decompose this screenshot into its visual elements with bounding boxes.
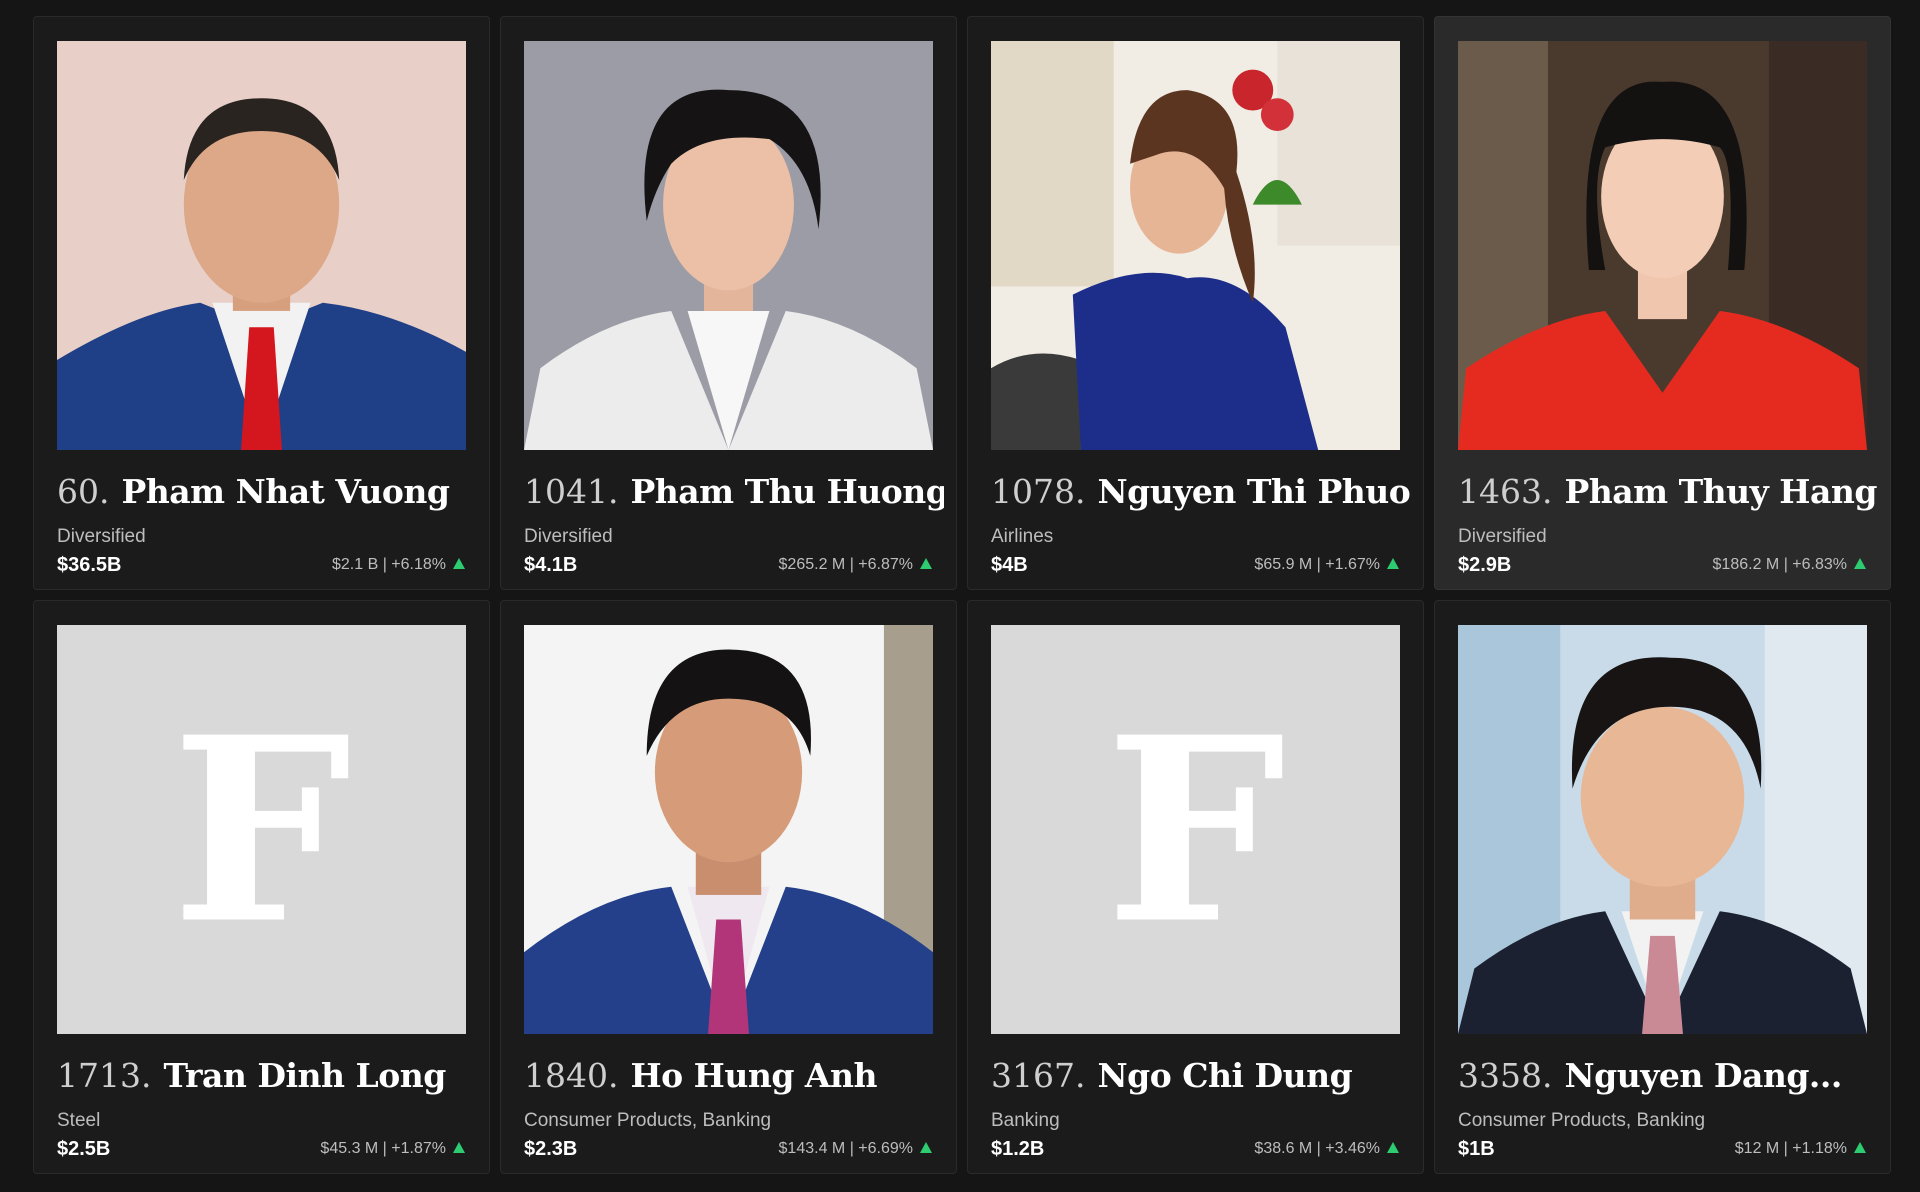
billionaire-card[interactable]: F 1713. Tran Dinh Long Steel $2.5B $45.3 … — [33, 600, 490, 1174]
industry: Consumer Products, Banking — [524, 1110, 772, 1131]
card-title[interactable]: 1041. Pham Thu Huong — [524, 472, 944, 512]
daily-change: $2.1 B | +6.18% — [332, 556, 465, 574]
card-title[interactable]: 1840. Ho Hung Anh — [524, 1056, 944, 1096]
person-photo[interactable] — [1458, 41, 1867, 450]
industry: Diversified — [524, 526, 613, 547]
person-name[interactable]: Nguyen Thi Phuo... — [1097, 472, 1411, 511]
rank: 3358. — [1458, 1056, 1553, 1095]
card-title[interactable]: 60. Pham Nhat Vuong — [57, 472, 477, 512]
person-photo[interactable] — [57, 41, 466, 450]
person-photo[interactable] — [1458, 625, 1867, 1034]
industry: Airlines — [991, 526, 1054, 547]
billionaire-card[interactable]: 3358. Nguyen Dang... Consumer Products, B… — [1434, 600, 1891, 1174]
rank: 60. — [57, 472, 110, 511]
net-worth: $1B — [1458, 1138, 1495, 1160]
person-photo[interactable] — [991, 41, 1400, 450]
card-title[interactable]: 1078. Nguyen Thi Phuo... — [991, 472, 1411, 512]
person-name[interactable]: Pham Thuy Hang — [1564, 472, 1877, 511]
up-arrow-icon — [453, 558, 465, 569]
rank: 1463. — [1458, 472, 1553, 511]
person-name[interactable]: Pham Nhat Vuong — [121, 472, 449, 511]
rank: 1713. — [57, 1056, 152, 1095]
industry: Diversified — [1458, 526, 1547, 547]
placeholder-letter: F — [171, 681, 351, 979]
card-title[interactable]: 1713. Tran Dinh Long — [57, 1056, 477, 1096]
net-worth: $2.3B — [524, 1138, 578, 1160]
change-value: $143.4 M | +6.69% — [778, 1140, 913, 1157]
billionaire-card[interactable]: 1078. Nguyen Thi Phuo... Airlines $4B $65… — [967, 16, 1424, 590]
change-value: $65.9 M | +1.67% — [1254, 556, 1380, 573]
daily-change: $45.3 M | +1.87% — [320, 1140, 465, 1158]
up-arrow-icon — [1387, 558, 1399, 569]
up-arrow-icon — [920, 558, 932, 569]
billionaire-card[interactable]: 1840. Ho Hung Anh Consumer Products, Bank… — [500, 600, 957, 1174]
card-title[interactable]: 3358. Nguyen Dang... — [1458, 1056, 1878, 1096]
industry: Diversified — [57, 526, 146, 547]
person-photo[interactable] — [524, 41, 933, 450]
daily-change: $186.2 M | +6.83% — [1713, 556, 1866, 574]
change-value: $12 M | +1.18% — [1734, 1140, 1847, 1157]
industry: Steel — [57, 1110, 101, 1131]
up-arrow-icon — [453, 1142, 465, 1153]
up-arrow-icon — [1854, 558, 1866, 569]
change-value: $2.1 B | +6.18% — [331, 556, 446, 573]
person-name[interactable]: Pham Thu Huong — [630, 472, 944, 511]
rank: 1840. — [524, 1056, 619, 1095]
person-photo[interactable] — [524, 625, 933, 1034]
industry: Banking — [991, 1110, 1060, 1131]
billionaire-card[interactable]: 1041. Pham Thu Huong Diversified $4.1B $2… — [500, 16, 957, 590]
net-worth: $2.5B — [57, 1138, 111, 1160]
person-name[interactable]: Nguyen Dang... — [1564, 1056, 1842, 1095]
up-arrow-icon — [1387, 1142, 1399, 1153]
billionaire-card[interactable]: 1463. Pham Thuy Hang Diversified $2.9B $1… — [1434, 16, 1891, 590]
card-title[interactable]: 1463. Pham Thuy Hang — [1458, 472, 1878, 512]
placeholder-letter: F — [1105, 681, 1285, 979]
person-name[interactable]: Ho Hung Anh — [630, 1056, 877, 1095]
person-name[interactable]: Tran Dinh Long — [163, 1056, 446, 1095]
net-worth: $36.5B — [57, 554, 122, 576]
up-arrow-icon — [1854, 1142, 1866, 1153]
change-value: $265.2 M | +6.87% — [778, 556, 913, 573]
up-arrow-icon — [920, 1142, 932, 1153]
change-value: $186.2 M | +6.83% — [1712, 556, 1847, 573]
daily-change: $265.2 M | +6.87% — [779, 556, 932, 574]
daily-change: $12 M | +1.18% — [1735, 1140, 1866, 1158]
rank: 1078. — [991, 472, 1086, 511]
daily-change: $143.4 M | +6.69% — [779, 1140, 932, 1158]
net-worth: $4B — [991, 554, 1028, 576]
forbes-f-placeholder-icon[interactable]: F — [991, 625, 1400, 1034]
net-worth: $4.1B — [524, 554, 578, 576]
rank: 1041. — [524, 472, 619, 511]
daily-change: $65.9 M | +1.67% — [1254, 556, 1399, 574]
card-title[interactable]: 3167. Ngo Chi Dung — [991, 1056, 1411, 1096]
billionaire-grid: 60. Pham Nhat Vuong Diversified $36.5B $2… — [33, 16, 1893, 1174]
net-worth: $1.2B — [991, 1138, 1045, 1160]
person-name[interactable]: Ngo Chi Dung — [1097, 1056, 1352, 1095]
billionaire-card[interactable]: F 3167. Ngo Chi Dung Banking $1.2B $38.6 … — [967, 600, 1424, 1174]
net-worth: $2.9B — [1458, 554, 1512, 576]
billionaire-card[interactable]: 60. Pham Nhat Vuong Diversified $36.5B $2… — [33, 16, 490, 590]
forbes-f-placeholder-icon[interactable]: F — [57, 625, 466, 1034]
daily-change: $38.6 M | +3.46% — [1254, 1140, 1399, 1158]
change-value: $38.6 M | +3.46% — [1254, 1140, 1380, 1157]
rank: 3167. — [991, 1056, 1086, 1095]
industry: Consumer Products, Banking — [1458, 1110, 1706, 1131]
change-value: $45.3 M | +1.87% — [320, 1140, 446, 1157]
